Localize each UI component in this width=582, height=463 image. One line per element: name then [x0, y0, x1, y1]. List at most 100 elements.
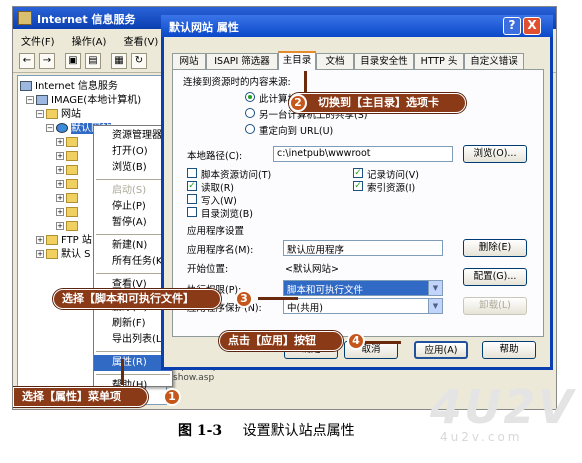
computer-icon — [36, 95, 48, 105]
tree-item[interactable]: − 网站 — [20, 108, 164, 122]
folder-icon — [66, 221, 78, 231]
app-protect-select[interactable]: 中(共用) ▼ — [283, 298, 443, 314]
checkbox-dir-browse[interactable] — [187, 207, 197, 217]
callout-4-arrow — [363, 341, 401, 344]
chevron-down-icon[interactable]: ▼ — [428, 281, 442, 295]
checkbox-script-access[interactable] — [187, 168, 197, 178]
checkbox-write[interactable] — [187, 194, 197, 204]
config-button[interactable]: 配置(G)... — [463, 268, 527, 286]
chevron-down-icon[interactable]: ▼ — [428, 299, 442, 313]
tab-strip: 网站 ISAPI 筛选器 主目录 文档 目录安全性 HTTP 头 自定义错误 — [172, 51, 542, 70]
expand-icon[interactable]: + — [56, 208, 64, 216]
script-access-label: 脚本资源访问(T) — [201, 170, 272, 181]
radio-share[interactable] — [245, 108, 255, 118]
expand-icon[interactable]: + — [56, 138, 64, 146]
globe-icon — [56, 123, 68, 133]
app-name-field[interactable]: 默认应用程序 — [283, 240, 443, 256]
figure-caption: 图 1-3 设置默认站点属性 — [178, 420, 355, 440]
tab-custom-errors[interactable]: 自定义错误 — [464, 53, 524, 69]
apply-button[interactable]: 应用(A) — [414, 341, 468, 359]
help-button[interactable]: 帮助 — [482, 341, 536, 359]
expand-icon[interactable]: + — [56, 180, 64, 188]
local-path-field[interactable]: c:\inetpub\wwwroot — [273, 146, 453, 162]
log-visits-label: 记录访问(V) — [367, 170, 419, 181]
expand-icon[interactable]: + — [56, 194, 64, 202]
local-path-label: 本地路径(C): — [187, 151, 243, 162]
folder-icon — [66, 207, 78, 217]
callout-2-number: 2 — [289, 94, 307, 112]
dialog-title: 默认网站 属性 — [169, 21, 239, 34]
dialog-title-bar: 默认网站 属性 ? X — [161, 15, 553, 37]
tab-http-headers[interactable]: HTTP 头 — [414, 53, 464, 69]
folder-icon — [66, 165, 78, 175]
radio-local-dir[interactable] — [245, 92, 255, 102]
callout-1-arrow — [121, 359, 124, 385]
callout-2-arrow — [304, 71, 307, 93]
expand-icon[interactable]: + — [36, 250, 44, 258]
folder-icon — [66, 179, 78, 189]
watermark-url: 4u2v.com — [440, 430, 523, 444]
expand-icon[interactable]: + — [36, 236, 44, 244]
radio-redirect-label: 重定向到 URL(U) — [259, 126, 334, 137]
iis-title: Internet 信息服务 — [37, 13, 136, 26]
folder-icon — [66, 137, 78, 147]
expand-icon[interactable]: + — [56, 222, 64, 230]
callout-3-arrow — [258, 297, 298, 300]
folder-icon — [46, 109, 58, 119]
exec-perm-select[interactable]: 脚本和可执行文件 ▼ — [283, 280, 443, 296]
show-tree-icon[interactable]: ▤ — [85, 53, 101, 69]
checkbox-log-visits[interactable]: ✓ — [353, 168, 363, 178]
menu-file[interactable]: 文件(F) — [21, 37, 55, 48]
tab-directory-security[interactable]: 目录安全性 — [354, 53, 414, 69]
remove-button[interactable]: 删除(E) — [463, 239, 527, 257]
browse-button[interactable]: 浏览(O)... — [463, 145, 527, 163]
collapse-icon[interactable]: − — [26, 96, 34, 104]
index-label: 索引资源(I) — [367, 183, 416, 194]
help-title-button[interactable]: ? — [503, 17, 521, 35]
callout-1-number: 1 — [163, 388, 181, 406]
callout-4-number: 4 — [347, 332, 365, 350]
app-name-label: 应用程序名(M): — [187, 245, 254, 256]
radio-redirect[interactable] — [245, 124, 255, 134]
menu-separator — [96, 273, 170, 274]
properties-dialog: 默认网站 属性 ? X 网站 ISAPI 筛选器 主目录 文档 目录安全性 HT… — [161, 15, 553, 370]
callout-3-number: 3 — [235, 290, 253, 308]
refresh-icon[interactable]: ↻ — [131, 53, 147, 69]
folder-icon — [66, 193, 78, 203]
tree-item[interactable]: Internet 信息服务 — [20, 80, 164, 94]
read-label: 读取(R) — [201, 183, 235, 194]
up-folder-icon[interactable]: ▣ — [65, 53, 81, 69]
menu-separator — [96, 234, 170, 235]
computer-icon — [20, 81, 32, 91]
folder-icon — [46, 235, 58, 245]
tab-home-directory[interactable]: 主目录 — [278, 51, 316, 70]
start-point-value: <默认网站> — [285, 264, 339, 275]
menu-action[interactable]: 操作(A) — [72, 37, 107, 48]
expand-icon[interactable]: + — [56, 152, 64, 160]
forward-icon[interactable]: → — [39, 53, 55, 69]
unload-button[interactable]: 卸载(L) — [463, 297, 527, 315]
close-button[interactable]: X — [523, 17, 541, 35]
tab-website[interactable]: 网站 — [172, 53, 206, 69]
collapse-icon[interactable]: − — [46, 124, 54, 132]
collapse-icon[interactable]: − — [36, 110, 44, 118]
folder-icon — [46, 249, 58, 259]
back-icon[interactable]: ← — [19, 53, 35, 69]
tree-item[interactable]: − IMAGE(本地计算机) — [20, 94, 164, 108]
expand-icon[interactable]: + — [56, 166, 64, 174]
menu-view[interactable]: 查看(V) — [124, 37, 159, 48]
iis-app-icon — [18, 11, 32, 25]
folder-icon — [66, 151, 78, 161]
figure-title: 设置默认站点属性 — [242, 423, 355, 439]
callout-2: 切换到【主目录】选项卡 — [289, 93, 466, 113]
properties-icon[interactable]: ▦ — [111, 53, 127, 69]
checkbox-index[interactable]: ✓ — [353, 181, 363, 191]
tab-documents[interactable]: 文档 — [316, 53, 354, 69]
write-label: 写入(W) — [201, 196, 237, 207]
tab-isapi[interactable]: ISAPI 筛选器 — [206, 53, 278, 69]
start-point-label: 开始位置: — [187, 264, 229, 275]
watermark-logo: 4U2V — [430, 380, 575, 434]
source-label: 连接到资源时的内容来源: — [183, 77, 291, 88]
checkbox-read[interactable]: ✓ — [187, 181, 197, 191]
callout-1: 选择【属性】菜单项 — [13, 387, 148, 407]
